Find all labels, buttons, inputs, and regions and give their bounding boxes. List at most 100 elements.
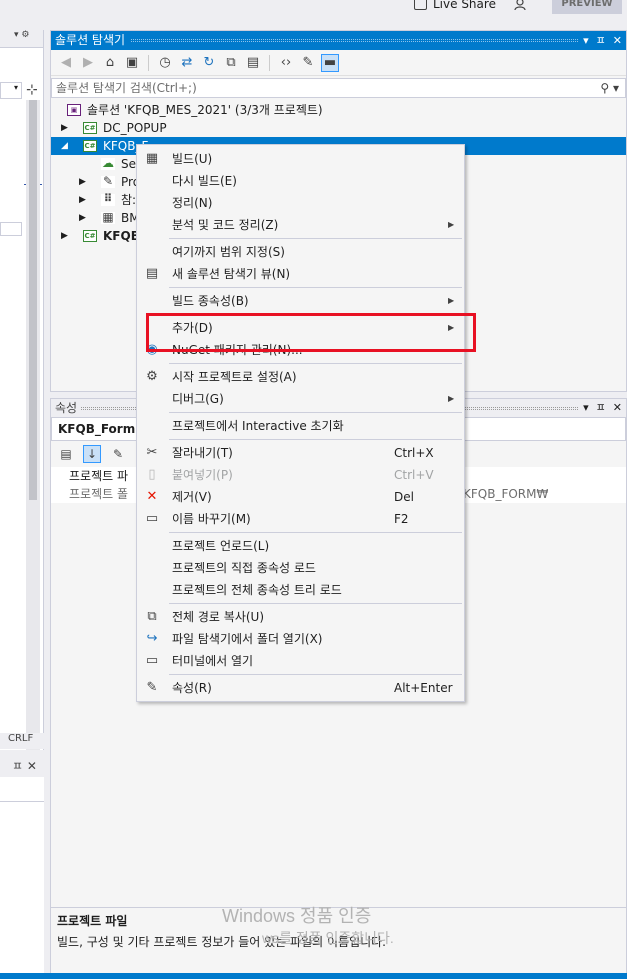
editor-panel: ▾ ⚙ ▾ ⊹: [0, 30, 44, 750]
highlight-box: [146, 313, 476, 352]
live-share-label: Live Share: [433, 0, 496, 11]
scrollbar-thumb[interactable]: [29, 100, 37, 500]
property-pages-wrench-icon[interactable]: ✎: [109, 445, 127, 463]
menu-separator: [169, 674, 462, 675]
menu-item-build-dependencies[interactable]: 빌드 종속성(B) ▶: [138, 290, 463, 312]
menu-item-rename[interactable]: ▭ 이름 바꾸기(M) F2: [138, 508, 463, 530]
menu-item-properties[interactable]: ✎ 속성(R) Alt+Enter: [138, 677, 463, 699]
menu-separator: [169, 532, 462, 533]
menu-item-debug[interactable]: 디버그(G) ▶: [138, 388, 463, 410]
home-icon[interactable]: ⌂: [101, 54, 119, 72]
solution-explorer-title: 솔루션 탐색기: [55, 33, 126, 47]
terminal-icon: ▭: [145, 653, 159, 668]
pin-icon[interactable]: ㅍ: [596, 31, 606, 50]
csharp-project-icon: C#: [83, 140, 97, 152]
property-value: KFQB_FORM₩: [463, 487, 549, 501]
lower-left-panel: ㅍ ✕: [0, 757, 44, 979]
close-icon[interactable]: ✕: [613, 399, 622, 417]
line-ending-status[interactable]: CRLF: [0, 733, 44, 749]
menu-item-analyze[interactable]: 분석 및 코드 정리(Z) ▶: [138, 214, 463, 236]
menu-item-open-in-file-explorer[interactable]: ↪ 파일 탐색기에서 폴더 열기(X): [138, 628, 463, 650]
back-icon[interactable]: ◀: [57, 54, 75, 72]
menu-separator: [169, 363, 462, 364]
copy-icon: ⧉: [147, 609, 157, 624]
menu-item-load-direct-dependencies[interactable]: 프로젝트의 직접 종속성 로드: [138, 557, 463, 579]
menu-item-new-solution-view[interactable]: ▤ 새 솔루션 탐색기 뷰(N): [138, 263, 463, 285]
delete-icon: ✕: [146, 489, 158, 504]
rename-icon: ▭: [145, 511, 159, 526]
menu-separator: [169, 238, 462, 239]
split-editor-icon[interactable]: ⊹: [26, 82, 38, 98]
references-icon: ⠿: [101, 193, 115, 206]
build-icon: ▦: [145, 151, 159, 166]
menu-item-cut[interactable]: ✂ 잘라내기(T) Ctrl+X: [138, 442, 463, 464]
alphabetical-icon[interactable]: ↓: [83, 445, 101, 463]
csharp-project-icon: C#: [83, 122, 97, 134]
collapse-arrow-icon[interactable]: ◢: [61, 137, 68, 155]
submenu-arrow-icon: ▶: [448, 296, 455, 305]
menu-separator: [169, 412, 462, 413]
share-icon: [414, 0, 427, 10]
forward-icon[interactable]: ▶: [79, 54, 97, 72]
switch-views-icon[interactable]: ▣: [123, 54, 141, 72]
divider: [0, 801, 44, 802]
window-menu-icon[interactable]: ▾: [583, 31, 589, 50]
collapse-all-icon[interactable]: ⧉: [222, 54, 240, 72]
activation-watermark-text: ws를 정품 인증합니다.: [262, 930, 394, 946]
menu-item-clean[interactable]: 정리(N): [138, 192, 463, 214]
menu-item-scope-to-this[interactable]: 여기까지 범위 지정(S): [138, 241, 463, 263]
menu-separator: [169, 603, 462, 604]
menu-item-paste[interactable]: ▯ 붙여넣기(P) Ctrl+V: [138, 464, 463, 486]
preview-badge: PREVIEW: [552, 0, 622, 14]
window-menu-icon[interactable]: ▾: [583, 399, 589, 417]
categorized-icon[interactable]: ▤: [57, 445, 75, 463]
feedback-person-icon[interactable]: [514, 0, 528, 10]
expand-arrow-icon[interactable]: ▶: [79, 191, 86, 209]
expand-arrow-icon[interactable]: ▶: [79, 209, 86, 227]
menu-item-unload-project[interactable]: 프로젝트 언로드(L): [138, 535, 463, 557]
sync-icon[interactable]: ⇄: [178, 54, 196, 72]
menu-item-set-startup[interactable]: ⚙ 시작 프로젝트로 설정(A): [138, 366, 463, 388]
solution-explorer-title-bar: 솔루션 탐색기 ▾ ㅍ ✕: [51, 31, 626, 50]
new-view-icon: ▤: [145, 266, 159, 281]
tree-item-dc-popup[interactable]: ▶ C# DC_POPUP: [51, 119, 626, 137]
wrench-icon: ✎: [101, 174, 115, 188]
editor-panel-header: ▾ ⚙: [0, 30, 43, 48]
menu-item-initialize-interactive[interactable]: 프로젝트에서 Interactive 초기화: [138, 415, 463, 437]
editor-nav-dropdown[interactable]: ▾: [0, 82, 22, 99]
menu-item-load-dependency-tree[interactable]: 프로젝트의 전체 종속성 트리 로드: [138, 579, 463, 601]
live-share-button[interactable]: Live Share: [414, 0, 496, 11]
solution-explorer-search-input[interactable]: 솔루션 탐색기 검색(Ctrl+;) ⚲ ▾: [51, 78, 626, 98]
activation-watermark-title: Windows 정품 인증: [222, 906, 372, 926]
expand-arrow-icon[interactable]: ▶: [79, 173, 86, 191]
menu-item-build[interactable]: ▦ 빌드(U): [138, 148, 463, 170]
csharp-project-icon: C#: [83, 230, 97, 242]
expand-arrow-icon[interactable]: ▶: [61, 119, 68, 137]
expand-arrow-icon[interactable]: ▶: [61, 227, 68, 245]
submenu-arrow-icon: ▶: [448, 220, 455, 229]
menu-item-rebuild[interactable]: 다시 빌드(E): [138, 170, 463, 192]
preview-selected-items-icon[interactable]: ▬: [321, 53, 339, 72]
search-icon[interactable]: ⚲ ▾: [600, 79, 619, 97]
view-code-icon[interactable]: ‹›: [277, 54, 295, 72]
refresh-icon[interactable]: ↻: [200, 54, 218, 72]
connected-services-icon: ☁: [101, 156, 115, 170]
pending-changes-filter-icon[interactable]: ◷: [156, 54, 174, 72]
menu-item-open-in-terminal[interactable]: ▭ 터미널에서 열기: [138, 650, 463, 672]
search-placeholder: 솔루션 탐색기 검색(Ctrl+;): [56, 81, 197, 95]
editor-field[interactable]: [0, 222, 22, 236]
close-icon[interactable]: ✕: [613, 31, 622, 50]
menu-separator: [169, 439, 462, 440]
tree-item-solution[interactable]: ▣ 솔루션 'KFQB_MES_2021' (3/3개 프로젝트): [51, 101, 626, 119]
title-bar: Live Share PREVIEW: [0, 0, 627, 14]
pin-icon[interactable]: ㅍ: [596, 399, 606, 417]
show-all-files-icon[interactable]: ▤: [244, 54, 262, 72]
context-menu: ▦ 빌드(U) 다시 빌드(E) 정리(N) 분석 및 코드 정리(Z) ▶ 여…: [136, 144, 465, 702]
menu-item-remove[interactable]: ✕ 제거(V) Del: [138, 486, 463, 508]
properties-wrench-icon[interactable]: ✎: [299, 54, 317, 72]
editor-scrollbar[interactable]: [26, 100, 40, 750]
menu-item-copy-full-path[interactable]: ⧉ 전체 경로 복사(U): [138, 606, 463, 628]
solution-icon: ▣: [67, 104, 81, 116]
title-grip[interactable]: [131, 39, 578, 42]
open-folder-arrow-icon: ↪: [146, 631, 158, 646]
